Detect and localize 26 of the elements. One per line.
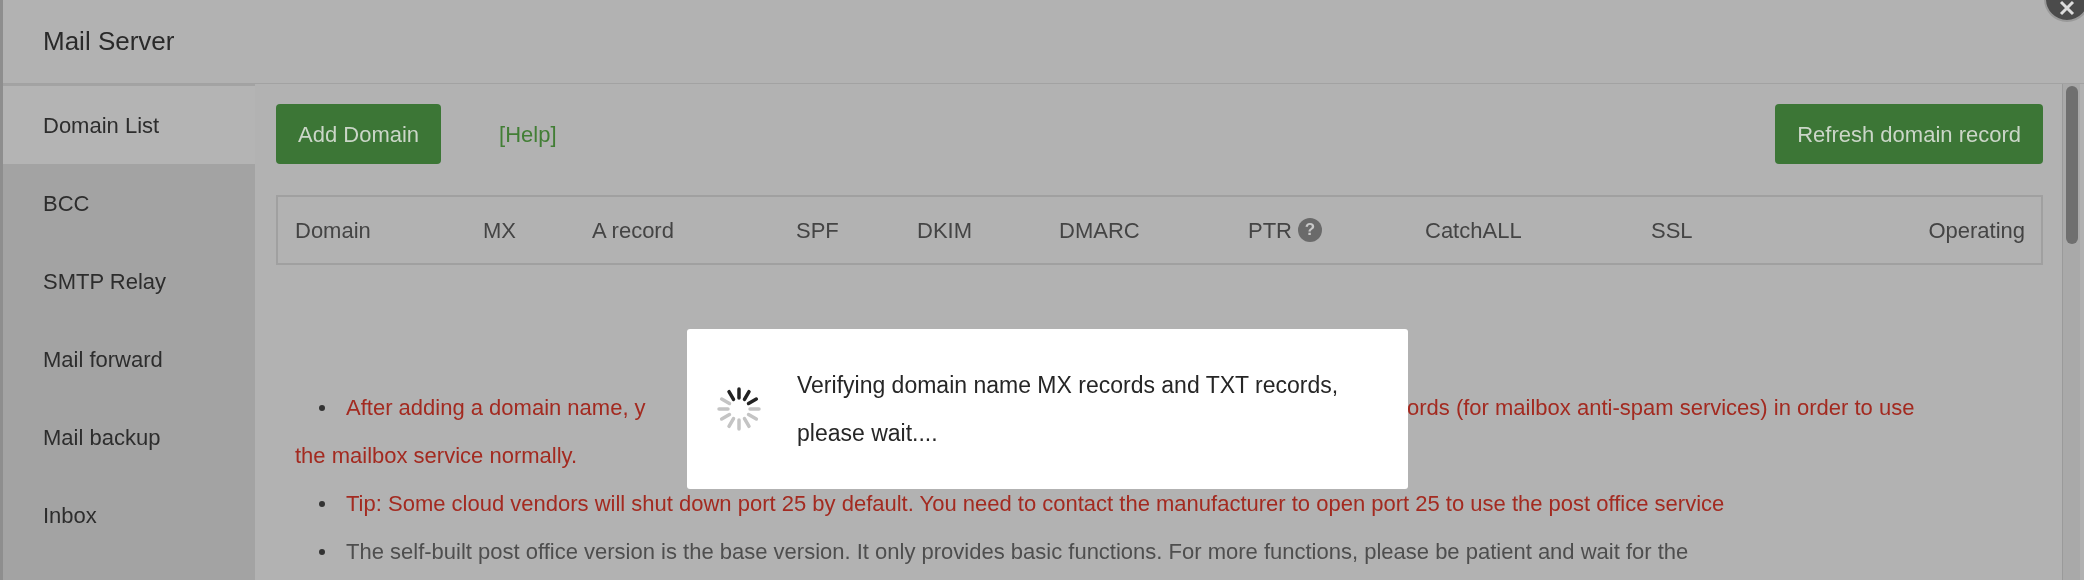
bullet-icon xyxy=(319,405,325,411)
column-header: A record xyxy=(592,216,674,245)
refresh-domain-record-button[interactable]: Refresh domain record xyxy=(1775,104,2043,164)
note-text: the mailbox service normally. xyxy=(295,442,578,470)
column-header: MX xyxy=(483,216,516,245)
note-text: After adding a domain name, y xyxy=(346,395,646,420)
column-header: DKIM xyxy=(917,216,972,245)
column-header: Operating xyxy=(1928,216,2025,245)
column-header: DMARC xyxy=(1059,216,1140,245)
column-header: SSL xyxy=(1651,216,1693,245)
scrollbar[interactable] xyxy=(2062,84,2080,580)
add-domain-button[interactable]: Add Domain xyxy=(276,104,442,164)
column-header: SPF xyxy=(796,216,839,245)
sidebar-item[interactable]: Domain List xyxy=(3,86,255,164)
bullet-icon xyxy=(319,549,325,555)
loading-message: Verifying domain name MX records and TXT records, please wait.... xyxy=(797,371,1340,448)
note-text: The self-built post office version is the base version. It only provides basic functions. For more functions, please be patient and wait for the xyxy=(346,538,1689,566)
help-icon[interactable]: ? xyxy=(1298,218,1322,242)
note-text: Tip: Some cloud vendors will shut down port 25 by default. You need to contact the manufacturer to open port 25 to use the post office service xyxy=(346,490,1725,518)
column-header: PTR xyxy=(1248,216,1292,245)
dialog-title: Mail Server xyxy=(43,25,175,58)
column-header: Domain xyxy=(295,216,371,245)
spinner-icon xyxy=(717,387,761,431)
column-header: CatchALL xyxy=(1425,216,1522,245)
bullet-icon xyxy=(319,501,325,507)
note-text: ords (for mailbox anti-spam services) in order to use xyxy=(1407,394,1915,422)
